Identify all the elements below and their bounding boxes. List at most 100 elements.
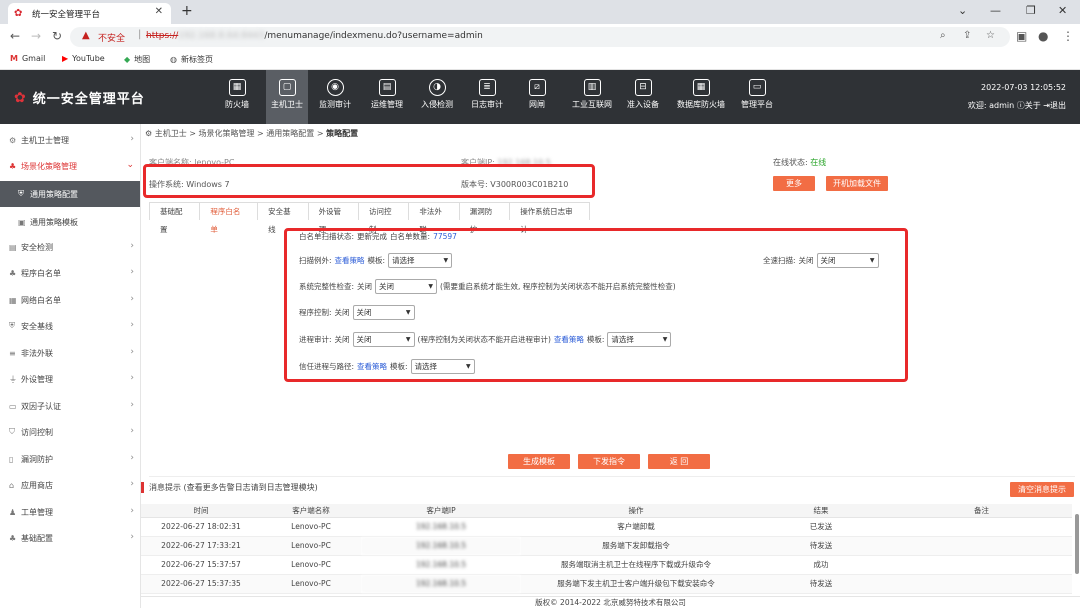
about-link[interactable]: 关于 <box>1025 101 1041 110</box>
sidebar-item-ticket-mgmt[interactable]: ♟ 工单管理 › <box>0 499 140 525</box>
grid-icon: ▦ <box>9 295 17 305</box>
tab-os-log-audit[interactable]: 操作系统日志审计 <box>509 202 590 234</box>
star-icon[interactable]: ☆ <box>986 30 995 41</box>
close-window-icon[interactable]: ✕ <box>1058 4 1067 17</box>
sidebar-item-security-baseline[interactable]: ⛨ 安全基线 › <box>0 313 140 339</box>
sidebar-item-security-check[interactable]: ▤ 安全检测 › <box>0 234 140 260</box>
send-command-button[interactable]: 下发指令 <box>578 454 640 469</box>
config-tabs: 基础配置 程序白名单 安全基线 外设管理 访问控制 非法外联 漏洞防护 操作系统… <box>149 202 590 234</box>
tab-basic-config[interactable]: 基础配置 <box>149 202 201 234</box>
page-footer: 版权© 2014-2022 北京威努特技术有限公司 <box>141 596 1080 608</box>
bookmark-newtab[interactable]: ◍ 新标签页 <box>170 54 213 65</box>
nav-access-device[interactable]: ⊟ 准入设备 <box>622 70 664 124</box>
nav-log-audit[interactable]: ≣ 日志审计 <box>466 70 508 124</box>
home-icon: ⚙ <box>145 129 155 138</box>
col-client-name: 客户端名称 <box>261 504 361 518</box>
new-tab-icon[interactable]: + <box>181 3 193 19</box>
process-audit-template-select[interactable]: 请选择 ▼ <box>607 332 672 347</box>
sidebar-item-app-store[interactable]: ⌂ 应用商店 › <box>0 472 140 498</box>
bookmark-youtube[interactable]: ▶ YouTube <box>62 54 105 63</box>
nav-db-firewall[interactable]: ▦ 数据库防火墙 <box>672 70 730 124</box>
shield-icon: ⛨ <box>9 321 15 330</box>
nav-monitor-audit[interactable]: ◉ 监测审计 <box>314 70 356 124</box>
zoom-icon[interactable]: ⌕ <box>940 30 946 41</box>
minimize-icon[interactable]: — <box>990 4 1001 17</box>
logout-link[interactable]: 退出 <box>1050 101 1066 110</box>
sidebar-item-peripheral-mgmt[interactable]: ⏚ 外设管理 › <box>0 366 140 392</box>
back-button[interactable]: 返 回 <box>648 454 710 469</box>
chevron-down-icon: ▼ <box>662 336 668 343</box>
nav-mgmt-platform[interactable]: ▭ 管理平台 <box>736 70 778 124</box>
tab-program-whitelist[interactable]: 程序白名单 <box>199 202 259 234</box>
sidebar-item-scenario-policy[interactable]: ♣ 场景化策略管理 ⌄ <box>0 153 140 179</box>
integrity-check-select[interactable]: 关闭 ▼ <box>375 279 438 294</box>
nav-firewall[interactable]: ▦ 防火墙 <box>216 70 258 124</box>
view-policy-link-audit[interactable]: 查看策略 <box>554 334 584 345</box>
boot-load-file-button[interactable]: 开机加载文件 <box>826 176 888 191</box>
browser-tab[interactable]: ✿ 统一安全管理平台 ✕ <box>8 3 171 24</box>
url-field[interactable]: ▲ 不安全 | https://192.168.8.64:8443/menuma… <box>70 27 1010 47</box>
usb-icon: ⏚ <box>9 374 17 384</box>
users-icon: ♣ <box>9 268 17 278</box>
view-policy-link[interactable]: 查看策略 <box>335 255 365 266</box>
main-content: ⚙ 主机卫士 > 场景化策略管理 > 通用策略配置 > 策略配置 客户端名称: … <box>141 124 1080 608</box>
nav-ops[interactable]: ▤ 运维管理 <box>366 70 408 124</box>
process-audit-row: 进程审计: 关闭 关闭 ▼ (程序控制为关闭状态不能开启进程审计) 查看策略 模板… <box>299 332 672 347</box>
back-icon[interactable]: ← <box>10 29 20 43</box>
close-tab-icon[interactable]: ✕ <box>155 6 163 17</box>
generate-template-button[interactable]: 生成模板 <box>508 454 570 469</box>
bookmark-maps[interactable]: ◆ 地图 <box>124 54 150 65</box>
forward-icon[interactable]: → <box>31 29 41 43</box>
message-scrollbar[interactable] <box>1075 514 1079 574</box>
sidebar-item-vuln-protection[interactable]: ▯ 漏洞防护 › <box>0 446 140 472</box>
sidebar-item-general-policy-template[interactable]: ▣ 通用策略模板 <box>0 209 140 235</box>
trusted-process-row: 信任进程与路径: 查看策略 模板: 请选择 ▼ <box>299 359 475 374</box>
sidebar-item-illegal-outreach[interactable]: ≡ 非法外联 › <box>0 340 140 366</box>
sidebar-item-general-policy-config[interactable]: ⛨ 通用策略配置 <box>0 181 140 207</box>
tab-peripheral-mgmt[interactable]: 外设管理 <box>307 202 359 234</box>
clear-messages-button[interactable]: 清空消息提示 <box>1010 482 1074 497</box>
nav-intrusion[interactable]: ◑ 入侵检测 <box>416 70 458 124</box>
log-icon: ≣ <box>478 79 496 96</box>
profile-icon[interactable]: ● <box>1038 29 1048 43</box>
share-icon[interactable]: ⇪ <box>963 30 971 41</box>
process-audit-select[interactable]: 关闭 ▼ <box>352 332 415 347</box>
more-button[interactable]: 更多 <box>773 176 815 191</box>
intrusion-icon: ◑ <box>428 79 446 96</box>
chevron-down-icon[interactable]: ⌄ <box>958 4 967 17</box>
bookmark-gmail[interactable]: M Gmail <box>10 54 45 63</box>
tab-illegal-outreach[interactable]: 非法外联 <box>408 202 460 234</box>
sidebar-item-network-whitelist[interactable]: ▦ 网络白名单 › <box>0 287 140 313</box>
gear-icon: ⚙ <box>9 135 17 145</box>
sidebar-item-two-factor[interactable]: ▭ 双因子认证 › <box>0 393 140 419</box>
scan-exception-template-select[interactable]: 请选择 ▼ <box>388 253 453 268</box>
sidebar-item-basic-config[interactable]: ♣ 基础配置 › <box>0 525 140 551</box>
menu-icon[interactable]: ⋮ <box>1062 29 1074 43</box>
nav-host-guard[interactable]: ▢ 主机卫士 <box>266 70 308 124</box>
view-policy-link-trusted[interactable]: 查看策略 <box>357 361 387 372</box>
tab-vuln-protection[interactable]: 漏洞防护 <box>458 202 511 234</box>
table-row: 2022-06-27 17:33:21 Lenovo-PC 192.168.10.5… <box>141 536 1072 556</box>
nav-gateway[interactable]: ⧄ 网闸 <box>516 70 558 124</box>
sidebar-item-host-guard-mgmt[interactable]: ⚙ 主机卫士管理 › <box>0 127 140 153</box>
db-firewall-icon: ▦ <box>692 79 710 96</box>
reload-icon[interactable]: ↻ <box>52 29 62 43</box>
address-bar-row: ← → ↻ ▲ 不安全 | https://192.168.8.64:8443/… <box>0 24 1080 50</box>
trusted-template-select[interactable]: 请选择 ▼ <box>410 359 475 374</box>
sidebar-item-program-whitelist[interactable]: ♣ 程序白名单 › <box>0 260 140 286</box>
message-table: 时间 客户端名称 客户端IP 操作 结果 备注 2022-06-27 18:02… <box>141 504 1072 594</box>
full-scan-select[interactable]: 关闭 ▼ <box>816 253 879 268</box>
browser-tab-bar: ✿ 统一安全管理平台 ✕ + ⌄ — ❐ ✕ <box>0 0 1080 24</box>
restore-icon[interactable]: ❐ <box>1026 4 1036 17</box>
url-text: https://192.168.8.64:8443/menumanage/ind… <box>146 31 483 41</box>
tab-security-baseline[interactable]: 安全基线 <box>257 202 309 234</box>
sidebar-item-access-control[interactable]: ⛉ 访问控制 › <box>0 419 140 445</box>
table-row: 2022-06-27 18:02:31 Lenovo-PC 192.168.10.5… <box>141 517 1072 537</box>
nav-industrial[interactable]: ▥ 工业互联网 <box>566 70 618 124</box>
sidepanel-icon[interactable]: ▣ <box>1016 29 1027 43</box>
col-operation: 操作 <box>521 504 751 518</box>
tab-access-control[interactable]: 访问控制 <box>357 202 410 234</box>
program-control-select[interactable]: 关闭 ▼ <box>352 305 415 320</box>
sliders-icon: ≡ <box>9 348 16 358</box>
chevron-down-icon: ▼ <box>405 336 411 343</box>
